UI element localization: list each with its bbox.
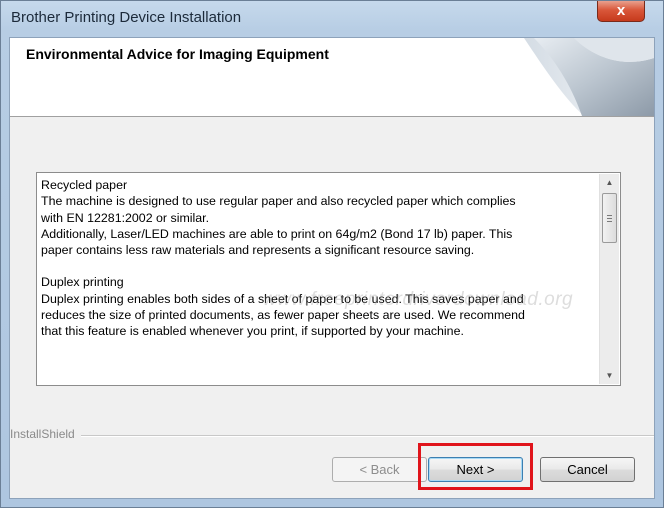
- installshield-brand: InstallShield: [10, 427, 81, 441]
- recycled-line: The machine is designed to use regular p…: [41, 194, 516, 209]
- dialog-client-area: Environmental Advice for Imaging Equipme…: [9, 37, 655, 499]
- scroll-up-arrow-icon[interactable]: ▲: [600, 174, 619, 191]
- scroll-thumb[interactable]: [602, 193, 617, 243]
- recycled-heading: Recycled paper: [41, 178, 128, 192]
- recycled-line: paper contains less raw materials and re…: [41, 243, 475, 258]
- duplex-line: reduces the size of printed documents, a…: [41, 308, 525, 323]
- vertical-scrollbar[interactable]: ▲ ▼: [599, 174, 619, 384]
- window-title: Brother Printing Device Installation: [11, 9, 242, 26]
- duplex-heading: Duplex printing: [41, 275, 124, 290]
- header-panel: Environmental Advice for Imaging Equipme…: [10, 38, 654, 117]
- recycled-line: with EN 12281:2002 or similar.: [41, 210, 210, 225]
- back-button[interactable]: < Back: [332, 457, 427, 482]
- page-curl-graphic: [524, 38, 654, 116]
- close-button[interactable]: x: [597, 1, 645, 22]
- close-icon: x: [616, 2, 626, 19]
- next-button[interactable]: Next >: [428, 457, 523, 482]
- cancel-button[interactable]: Cancel: [540, 457, 635, 482]
- installer-window: Brother Printing Device Installation x E…: [0, 0, 664, 508]
- duplex-line: that this feature is enabled whenever yo…: [41, 324, 464, 339]
- advice-text: Recycled paper The machine is designed t…: [41, 177, 596, 381]
- recycled-line: Additionally, Laser/LED machines are abl…: [41, 226, 513, 241]
- scroll-down-arrow-icon[interactable]: ▼: [600, 367, 619, 384]
- installshield-divider: [10, 435, 654, 437]
- duplex-line: Duplex printing enables both sides of a …: [41, 291, 524, 306]
- page-title: Environmental Advice for Imaging Equipme…: [26, 46, 329, 62]
- license-text-panel[interactable]: Recycled paper The machine is designed t…: [36, 172, 621, 386]
